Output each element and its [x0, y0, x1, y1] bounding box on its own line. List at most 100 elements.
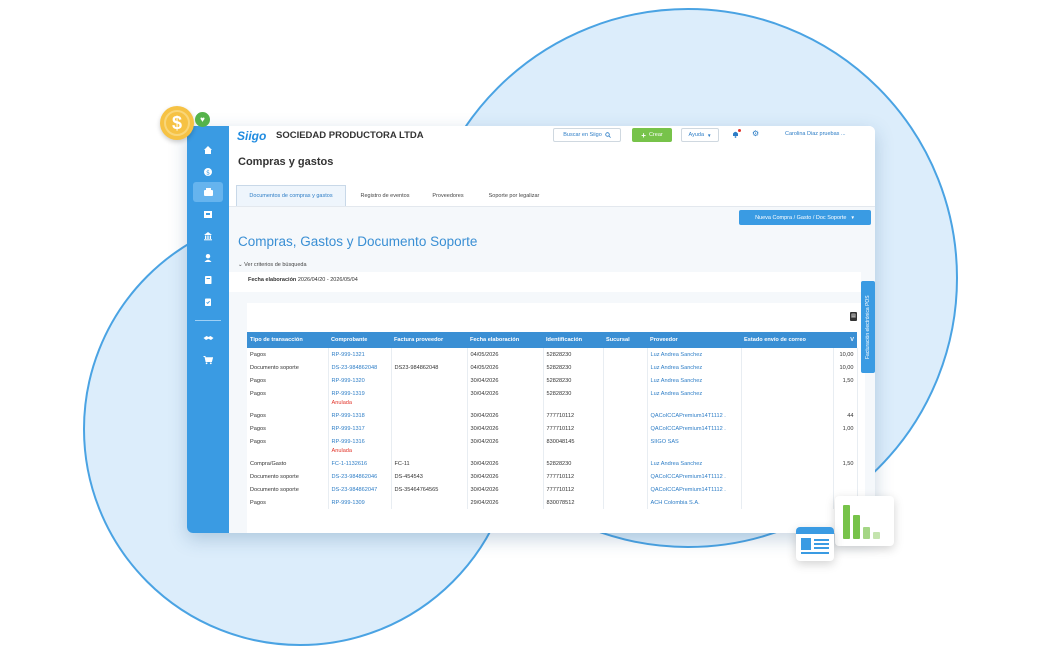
- column-header[interactable]: Estado envío de correo: [741, 332, 833, 348]
- user-icon[interactable]: [187, 248, 229, 268]
- cell-text: Pagos: [250, 439, 266, 445]
- cell-correo: [741, 409, 834, 422]
- cell-proveedor[interactable]: SIIGO SAS: [647, 435, 742, 457]
- cell-correo: [741, 483, 834, 496]
- cell-valor: 44: [833, 409, 858, 422]
- cell-proveedor[interactable]: Luz Andrea Sanchez: [647, 361, 742, 374]
- tab-registro-eventos[interactable]: Registro de eventos: [353, 185, 417, 206]
- table-row[interactable]: Documento soporte DS-23-984862046 DS-45454…: [247, 470, 858, 483]
- cell-text: Pagos: [250, 352, 266, 358]
- table-row[interactable]: Pagos RP-999-1320 30/04/2026 52828230 Luz An…: [247, 374, 858, 387]
- column-header[interactable]: V: [833, 332, 857, 348]
- cell-tipo: Pagos: [247, 422, 329, 435]
- cell-proveedor[interactable]: Luz Andrea Sanchez: [647, 457, 742, 470]
- cell-comprobante[interactable]: DS-23-984862047: [328, 483, 392, 496]
- cell-text: QACoICCAPremium14T1112 .: [650, 413, 726, 419]
- column-header[interactable]: Sucursal: [603, 332, 647, 348]
- column-header[interactable]: Identificación: [543, 332, 603, 348]
- tab-proveedores[interactable]: Proveedores: [427, 185, 469, 206]
- cell-comprobante[interactable]: DS-23-984862046: [328, 470, 392, 483]
- cell-comprobante[interactable]: RP-999-1309: [328, 496, 392, 509]
- column-header[interactable]: Tipo de transacción: [247, 332, 328, 348]
- cell-valor: 10,00: [833, 348, 858, 361]
- table-row[interactable]: Documento soporte DS-23-984862047 DS-35464…: [247, 483, 858, 496]
- inventory-icon[interactable]: [187, 204, 229, 224]
- gear-icon[interactable]: ⚙: [752, 129, 759, 138]
- cell-text: 1,50: [842, 378, 854, 384]
- home-icon[interactable]: [187, 140, 229, 160]
- column-header[interactable]: Comprobante: [328, 332, 391, 348]
- help-dropdown[interactable]: Ayuda ▼: [681, 128, 719, 142]
- cell-comprobante[interactable]: RP-999-1321: [328, 348, 392, 361]
- table-row[interactable]: Pagos RP-999-1316 Anulada 30/04/2026 8300481…: [247, 435, 858, 457]
- tab-soporte-legalizar[interactable]: Soporte por legalizar: [479, 185, 549, 206]
- cell-proveedor[interactable]: Luz Andrea Sanchez: [647, 374, 742, 387]
- cell-text: RP-999-1319: [331, 391, 365, 397]
- table-row[interactable]: Documento soporte DS-23-984862048 DS23-984…: [247, 361, 858, 374]
- cell-comprobante[interactable]: RP-999-1318: [328, 409, 392, 422]
- search-criteria-toggle[interactable]: ⌄ Ver criterios de búsqueda: [238, 262, 307, 268]
- cell-id: 52828230: [543, 361, 604, 374]
- cell-factura: [391, 348, 468, 361]
- new-document-label: Nueva Compra / Gasto / Doc Soporte: [755, 214, 847, 221]
- cell-proveedor[interactable]: ACH Colombia S.A.: [647, 496, 742, 509]
- cell-text: 04/05/2026: [470, 352, 499, 358]
- table-row[interactable]: Pagos RP-999-1317 30/04/2026 777710112 QACoI…: [247, 422, 858, 435]
- cart-icon[interactable]: [187, 350, 229, 370]
- table-row[interactable]: Compra/Gasto FC-1-1132616 FC-11 30/04/2026 5…: [247, 457, 858, 470]
- cell-comprobante[interactable]: RP-999-1317: [328, 422, 392, 435]
- cell-proveedor[interactable]: QACoICCAPremium14T1112 .: [647, 409, 742, 422]
- dollar-icon[interactable]: $: [187, 162, 229, 182]
- siigo-logo[interactable]: Siigo: [237, 129, 266, 143]
- cell-correo: [741, 348, 834, 361]
- bank-icon[interactable]: [187, 226, 229, 246]
- cell-text: QACoICCAPremium14T1112 .: [650, 487, 726, 493]
- cell-fecha: 30/04/2026: [467, 409, 544, 422]
- cell-valor: 10,00: [833, 361, 858, 374]
- cell-fecha: 29/04/2026: [467, 496, 544, 509]
- cell-proveedor[interactable]: Luz Andrea Sanchez: [647, 348, 742, 361]
- cell-id: 52828230: [543, 374, 604, 387]
- cell-text: QACoICCAPremium14T1112 .: [650, 426, 726, 432]
- table-row[interactable]: Pagos RP-999-1318 30/04/2026 777710112 QACoI…: [247, 409, 858, 422]
- new-document-button[interactable]: Nueva Compra / Gasto / Doc Soporte ▼: [739, 210, 871, 225]
- book-icon[interactable]: [187, 270, 229, 290]
- cell-comprobante[interactable]: RP-999-1320: [328, 374, 392, 387]
- cell-tipo: Pagos: [247, 374, 329, 387]
- search-button[interactable]: Buscar en Siigo: [553, 128, 621, 142]
- column-header[interactable]: Fecha elaboración: [467, 332, 543, 348]
- cell-text: Pagos: [250, 391, 266, 397]
- cell-text: Pagos: [250, 413, 266, 419]
- cell-text: Pagos: [250, 426, 266, 432]
- cell-text: QACoICCAPremium14T1112 .: [650, 474, 726, 480]
- purchases-icon[interactable]: [193, 182, 223, 202]
- cell-comprobante[interactable]: RP-999-1319 Anulada: [328, 387, 392, 409]
- cell-sucursal: [603, 435, 648, 457]
- excel-export-icon[interactable]: ▤: [850, 312, 857, 321]
- user-menu[interactable]: Carolina Diaz pruebas ...: [785, 131, 846, 137]
- cell-fecha: 30/04/2026: [467, 483, 544, 496]
- cell-text: 52828230: [546, 461, 572, 467]
- cell-comprobante[interactable]: DS-23-984862048: [328, 361, 392, 374]
- handshake-icon[interactable]: [187, 328, 229, 348]
- clipboard-icon[interactable]: [187, 292, 229, 312]
- column-header[interactable]: Factura proveedor: [391, 332, 467, 348]
- chart-card-icon: [835, 496, 894, 546]
- cell-correo: [741, 435, 834, 457]
- cell-fecha: 30/04/2026: [467, 387, 544, 409]
- cell-proveedor[interactable]: QACoICCAPremium14T1112 .: [647, 470, 742, 483]
- cell-comprobante[interactable]: RP-999-1316 Anulada: [328, 435, 392, 457]
- cell-comprobante[interactable]: FC-1-1132616: [328, 457, 392, 470]
- search-label: Buscar en Siigo: [563, 132, 602, 138]
- table-row[interactable]: Pagos RP-999-1321 04/05/2026 52828230 Luz An…: [247, 348, 858, 361]
- doc-line: [814, 543, 829, 545]
- table-row[interactable]: Pagos RP-999-1309 29/04/2026 830078512 ACH C…: [247, 496, 858, 509]
- table-row[interactable]: Pagos RP-999-1319 Anulada 30/04/2026 5282823…: [247, 387, 858, 409]
- cell-proveedor[interactable]: QACoICCAPremium14T1112 .: [647, 422, 742, 435]
- cell-proveedor[interactable]: QACoICCAPremium14T1112 .: [647, 483, 742, 496]
- column-header[interactable]: Proveedor: [647, 332, 741, 348]
- tab-documentos[interactable]: Documentos de compras y gastos: [236, 185, 346, 206]
- create-button[interactable]: + Crear: [632, 128, 672, 142]
- pos-invoicing-tab[interactable]: Facturación electrónica POS: [861, 281, 875, 373]
- cell-proveedor[interactable]: Luz Andrea Sanchez: [647, 387, 742, 409]
